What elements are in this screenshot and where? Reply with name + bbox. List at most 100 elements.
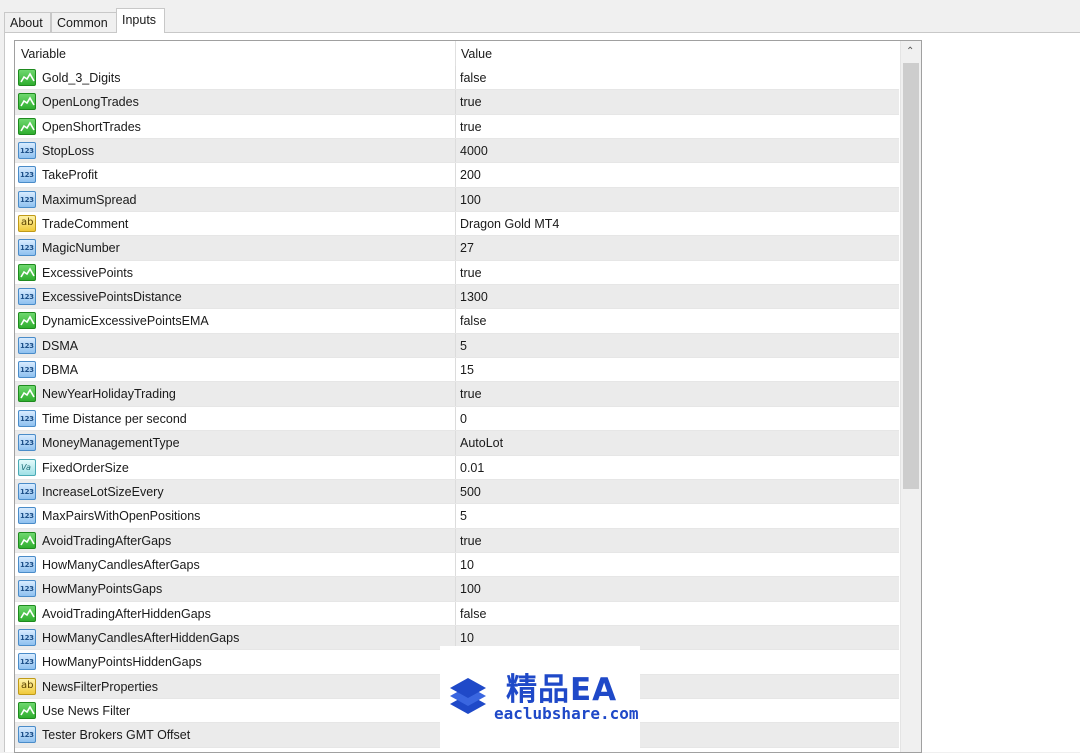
table-row[interactable]: 123 MoneyManagementType AutoLot [15, 431, 899, 456]
variable-name: FixedOrderSize [42, 460, 129, 475]
variable-value[interactable]: 0.01 [460, 456, 484, 480]
variable-name: HowManyPointsHiddenGaps [42, 655, 202, 670]
table-row[interactable]: 123 MagicNumber 27 [15, 236, 899, 261]
variable-value[interactable]: 200 [460, 163, 481, 187]
table-row[interactable]: OpenLongTrades true [15, 90, 899, 115]
double-type-icon: Va [18, 458, 36, 476]
variable-name: ExcessivePointsDistance [42, 290, 182, 305]
integer-type-icon: 123 [18, 482, 36, 500]
table-row[interactable]: 123 TakeProfit 200 [15, 163, 899, 188]
integer-type-icon: 123 [18, 288, 36, 306]
scrollbar-thumb[interactable] [903, 63, 919, 489]
table-row[interactable]: AvoidTradingAfterGaps true [15, 528, 899, 553]
integer-type-icon: 123 [18, 726, 36, 744]
cell-divider [455, 66, 456, 90]
variable-value[interactable]: 10 [460, 553, 474, 577]
variable-value[interactable]: 100 [460, 188, 481, 212]
variable-name: NewYearHolidayTrading [42, 387, 176, 402]
variable-name: Time Distance per second [42, 411, 187, 426]
variable-name: OpenLongTrades [42, 95, 139, 110]
integer-type-icon: 123 [18, 507, 36, 525]
table-row[interactable]: 123 HowManyCandlesAfterGaps 10 [15, 552, 899, 578]
integer-type-icon: 123 [18, 239, 36, 257]
ea-club-logo-icon [450, 678, 486, 714]
boolean-type-icon [18, 263, 36, 281]
cell-divider [455, 552, 456, 577]
string-type-icon: ab [18, 215, 36, 233]
table-row[interactable]: NewYearHolidayTrading true [15, 382, 899, 407]
table-row[interactable]: 123 DBMA 15 [15, 358, 899, 383]
table-row[interactable]: 123 MaximumSpread 100 [15, 187, 899, 213]
scroll-up-arrow-icon[interactable]: ⌃ [906, 47, 916, 57]
cell-divider [455, 236, 456, 260]
grid-header: Variable Value [15, 41, 899, 66]
table-row[interactable]: OpenShortTrades true [15, 114, 899, 140]
cell-divider [455, 309, 456, 333]
variable-value[interactable]: 5 [460, 504, 467, 528]
cell-divider [455, 406, 456, 431]
column-header-value[interactable]: Value [461, 41, 492, 66]
variable-value[interactable]: Dragon Gold MT4 [460, 212, 559, 236]
variable-value[interactable]: 500 [460, 480, 481, 504]
cell-divider [455, 333, 456, 358]
boolean-type-icon [18, 117, 36, 135]
table-row[interactable]: 123 StopLoss 4000 [15, 139, 899, 164]
variable-value[interactable]: true [460, 529, 482, 553]
cell-divider [455, 577, 456, 601]
column-divider[interactable] [455, 41, 456, 66]
variable-name: DSMA [42, 338, 79, 353]
boolean-type-icon [18, 69, 36, 86]
variable-value[interactable]: 0 [460, 407, 467, 431]
cell-divider [455, 528, 456, 552]
integer-type-icon: 123 [18, 336, 36, 354]
variable-value[interactable]: false [460, 66, 486, 90]
cell-divider [455, 139, 456, 163]
tab-inputs[interactable]: Inputs [116, 8, 165, 33]
integer-type-icon: 123 [18, 434, 36, 452]
tab-about[interactable]: About [4, 12, 51, 32]
table-row[interactable]: 123 MaxPairsWithOpenPositions 5 [15, 504, 899, 529]
vertical-scrollbar[interactable]: ⌃ [900, 41, 921, 752]
table-row[interactable]: 123 HowManyPointsGaps 100 [15, 577, 899, 602]
variable-value[interactable]: 1300 [460, 285, 488, 309]
variable-value[interactable]: false [460, 309, 486, 333]
table-row[interactable]: AvoidTradingAfterHiddenGaps false [15, 601, 899, 626]
cell-divider [455, 260, 456, 285]
table-row[interactable]: 123 Time Distance per second 0 [15, 406, 899, 432]
variable-value[interactable]: 27 [460, 236, 474, 260]
variable-value[interactable]: true [460, 90, 482, 114]
variable-value[interactable]: true [460, 115, 482, 139]
variable-name: MaximumSpread [42, 192, 137, 207]
boolean-type-icon [18, 531, 36, 549]
table-row[interactable]: 123 DSMA 5 [15, 333, 899, 359]
variable-value[interactable]: false [460, 602, 486, 626]
variable-name: Gold_3_Digits [42, 71, 121, 85]
cell-divider [455, 285, 456, 309]
table-row[interactable]: 123 ExcessivePointsDistance 1300 [15, 285, 899, 310]
variable-value[interactable]: 5 [460, 334, 467, 358]
variable-value[interactable]: 15 [460, 358, 474, 382]
variable-name: TradeComment [42, 217, 129, 232]
boolean-type-icon [18, 385, 36, 403]
integer-type-icon: 123 [18, 555, 36, 573]
table-row[interactable]: Gold_3_Digits false [15, 66, 899, 91]
table-row[interactable]: ab TradeComment Dragon Gold MT4 [15, 212, 899, 237]
boolean-type-icon [18, 312, 36, 330]
table-row[interactable]: DynamicExcessivePointsEMA false [15, 309, 899, 334]
table-row[interactable]: 123 IncreaseLotSizeEvery 500 [15, 479, 899, 505]
variable-value[interactable]: true [460, 382, 482, 406]
variable-value[interactable]: 100 [460, 577, 481, 601]
variable-value[interactable]: AutoLot [460, 431, 503, 455]
table-row[interactable]: Va FixedOrderSize 0.01 [15, 455, 899, 480]
column-header-variable[interactable]: Variable [21, 41, 66, 66]
variable-value[interactable]: true [460, 261, 482, 285]
variable-name: Use News Filter [42, 703, 131, 718]
table-row[interactable]: ExcessivePoints true [15, 260, 899, 286]
cell-divider [455, 358, 456, 382]
watermark-url: eaclubshare.com [494, 704, 639, 723]
tab-common[interactable]: Common [51, 12, 117, 32]
variable-name: MagicNumber [42, 241, 120, 256]
variable-name: IncreaseLotSizeEvery [42, 484, 164, 499]
variable-value[interactable]: 4000 [460, 139, 488, 163]
variable-name: DynamicExcessivePointsEMA [42, 314, 209, 329]
